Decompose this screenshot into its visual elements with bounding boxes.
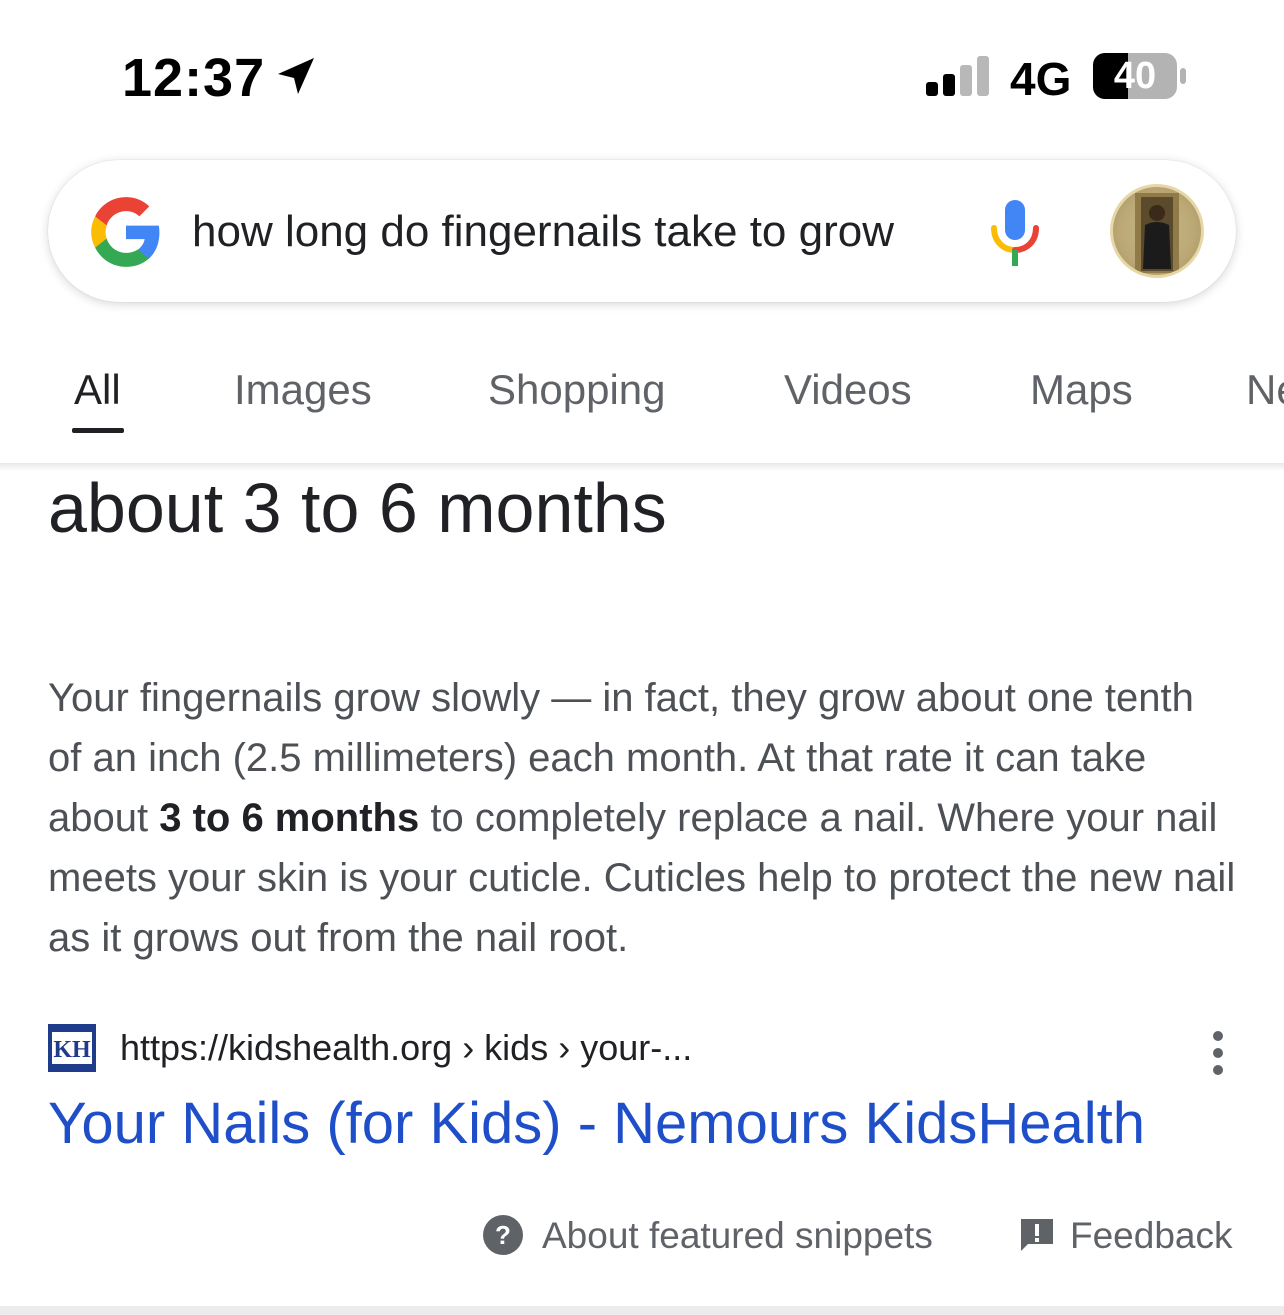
microphone-icon[interactable] <box>986 196 1044 270</box>
favicon-text: KH <box>53 1037 91 1063</box>
more-options-icon[interactable] <box>1204 1030 1232 1076</box>
kidshealth-favicon-icon[interactable]: KH <box>48 1024 96 1072</box>
feedback-link[interactable]: Feedback <box>1070 1210 1233 1262</box>
question-help-icon[interactable]: ? <box>482 1214 524 1256</box>
about-featured-snippets-link[interactable]: About featured snippets <box>542 1210 933 1262</box>
search-input[interactable] <box>192 200 962 264</box>
status-time: 12:37 <box>122 48 266 108</box>
source-url[interactable]: https://kidshealth.org › kids › your-... <box>120 1024 692 1072</box>
cellular-signal-icon <box>926 56 989 96</box>
result-title-link[interactable]: Your Nails (for Kids) - Nemours KidsHeal… <box>48 1088 1145 1160</box>
avatar-photo <box>1135 193 1179 273</box>
network-type-label: 4G <box>1010 53 1072 105</box>
location-arrow-icon <box>278 58 314 94</box>
svg-text:?: ? <box>495 1220 511 1250</box>
tab-videos[interactable]: Videos <box>784 364 912 416</box>
tab-images[interactable]: Images <box>234 364 372 416</box>
feedback-icon[interactable] <box>1018 1216 1056 1254</box>
tab-shopping[interactable]: Shopping <box>488 364 666 416</box>
snippet-text: Your fingernails grow slowly — in fact, … <box>48 668 1238 968</box>
tab-maps[interactable]: Maps <box>1030 364 1133 416</box>
battery-level-label: 40 <box>1113 55 1157 97</box>
snippet-text-bold: 3 to 6 months <box>159 796 420 840</box>
tab-all[interactable]: All <box>74 364 121 416</box>
active-tab-indicator <box>72 428 124 433</box>
card-bottom-divider <box>0 1306 1284 1315</box>
featured-answer: about 3 to 6 months <box>48 469 667 547</box>
profile-avatar[interactable] <box>1110 184 1204 278</box>
google-g-logo-icon[interactable] <box>88 194 164 270</box>
search-tabs: All Images Shopping Videos Maps Ne <box>0 340 1284 464</box>
tab-news-partial[interactable]: Ne <box>1246 364 1284 416</box>
